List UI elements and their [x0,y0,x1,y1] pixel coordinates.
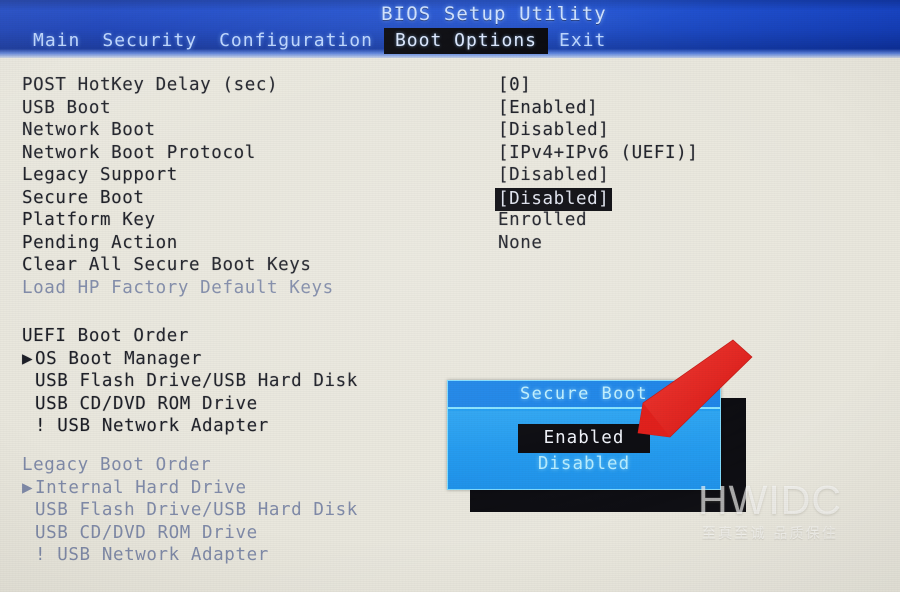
setting-row[interactable]: Load HP Factory Default Keys [0,278,900,300]
popup-option-label: Enabled [517,424,651,453]
setting-row[interactable]: Platform Key Enrolled [0,210,900,232]
popup-title-label: Secure Boot [520,384,648,404]
popup-option-disabled[interactable]: Disabled [448,450,720,476]
setting-value[interactable]: None [498,233,543,253]
setting-label: POST HotKey Delay (sec) [22,75,279,95]
bios-header-bar: BIOS Setup Utility Main Security Configura… [0,0,900,58]
menu-item-boot-options[interactable]: Boot Options [383,28,548,54]
setting-label: USB Boot [22,97,112,118]
setting-row[interactable]: Legacy Support [Disabled] [0,165,900,187]
bios-setup-screen: BIOS Setup Utility Main Security Configura… [0,0,900,592]
menu-item-security[interactable]: Security [91,28,208,54]
boot-order-item[interactable]: ▶ Internal Hard Drive [22,478,247,498]
setting-value[interactable]: [Enabled] [498,98,598,118]
setting-label: Pending Action [22,232,178,253]
setting-row[interactable]: Secure Boot [Disabled] [0,187,900,211]
boot-order-heading: Legacy Boot Order [22,455,212,475]
menu-bar[interactable]: Main Security Configuration Boot Options Exi… [22,28,617,54]
boot-order-item-label: OS Boot Manager [35,348,203,369]
boot-order-item-label: ! USB Network Adapter [35,545,269,565]
boot-order-item-label: ! USB Network Adapter [35,416,269,436]
settings-body: POST HotKey Delay (sec) [0] USB Boot [Enabl… [0,58,900,592]
setting-value[interactable]: [0] [498,75,531,95]
boot-order-item-label: Internal Hard Drive [35,477,247,498]
setting-label: Network Boot [22,120,156,140]
secure-boot-popup-dialog[interactable]: Secure Boot Enabled Disabled [447,380,721,490]
boot-order-item[interactable]: USB CD/DVD ROM Drive [22,394,258,414]
selection-caret-icon: ▶ [22,477,34,498]
setting-value[interactable]: [Disabled] [498,120,609,140]
setting-row[interactable]: Clear All Secure Boot Keys [0,255,900,277]
setting-value-selected[interactable]: [Disabled] [495,187,613,211]
setting-value[interactable]: [IPv4+IPv6 (UEFI)] [498,143,698,163]
setting-label: Secure Boot [22,187,145,208]
setting-row[interactable]: POST HotKey Delay (sec) [0] [0,75,900,97]
setting-value[interactable]: Enrolled [498,210,587,230]
setting-label: Network Boot Protocol [22,142,256,163]
setting-label: Load HP Factory Default Keys [22,277,334,298]
boot-order-item-label: USB Flash Drive/USB Hard Disk [35,500,358,520]
popup-option-list[interactable]: Enabled Disabled [448,411,720,489]
setting-row[interactable]: USB Boot [Enabled] [0,98,900,120]
selection-caret-icon: ▶ [22,348,34,369]
menu-item-main[interactable]: Main [22,28,91,54]
setting-label: Clear All Secure Boot Keys [22,255,312,275]
boot-order-item[interactable]: USB Flash Drive/USB Hard Disk [22,500,358,520]
setting-label: Legacy Support [22,165,178,185]
boot-order-item-label: USB CD/DVD ROM Drive [35,393,258,414]
menu-item-configuration[interactable]: Configuration [208,28,384,54]
boot-order-item-label: USB Flash Drive/USB Hard Disk [35,371,358,391]
setting-row[interactable]: Network Boot Protocol [IPv4+IPv6 (UEFI)] [0,143,900,165]
setting-row[interactable]: Pending Action None [0,233,900,255]
setting-label: Platform Key [22,210,156,230]
boot-order-item[interactable]: ! USB Network Adapter [22,416,269,436]
boot-order-item[interactable]: USB Flash Drive/USB Hard Disk [22,371,358,391]
boot-order-item[interactable]: ▶ OS Boot Manager [22,349,202,369]
boot-order-item[interactable]: ! USB Network Adapter [22,545,269,565]
popup-option-label: Disabled [537,454,631,474]
boot-order-item-label: USB CD/DVD ROM Drive [35,522,258,543]
popup-option-enabled[interactable]: Enabled [448,424,720,453]
popup-title-bar: Secure Boot [448,381,720,409]
menu-item-exit[interactable]: Exit [548,28,617,54]
page-title: BIOS Setup Utility [381,3,607,25]
setting-value[interactable]: [Disabled] [498,165,609,185]
boot-order-item[interactable]: USB CD/DVD ROM Drive [22,523,258,543]
boot-order-heading: UEFI Boot Order [22,326,190,346]
setting-row[interactable]: Network Boot [Disabled] [0,120,900,142]
